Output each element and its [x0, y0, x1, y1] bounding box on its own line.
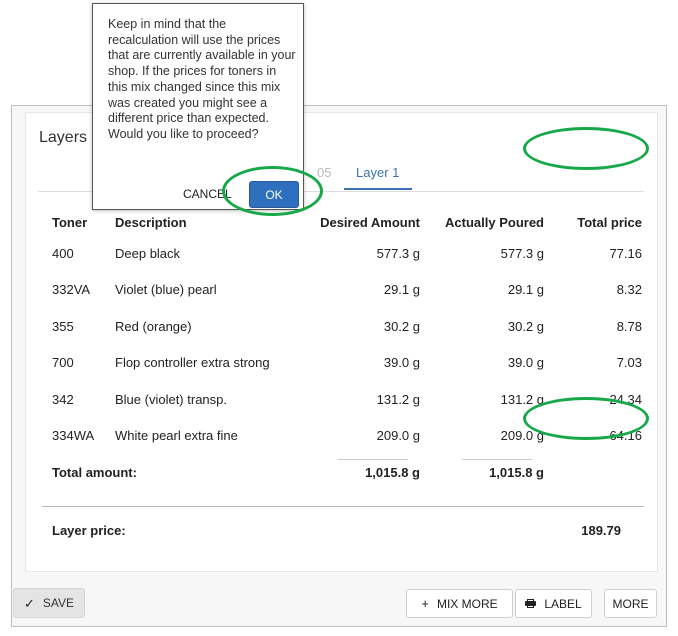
cell-total: 77.16 [609, 245, 642, 261]
cell-description: Red (orange) [115, 318, 192, 334]
cell-description: White pearl extra fine [115, 428, 238, 444]
mix-more-button[interactable]: + MIX MORE [406, 589, 513, 618]
cell-toner: 355 [52, 318, 74, 334]
tab-previous[interactable]: 05 [317, 165, 331, 180]
cell-poured: 39.0 g [507, 355, 544, 371]
cell-description: Violet (blue) pearl [115, 282, 217, 298]
printer-icon [525, 599, 537, 608]
layers-title: Layers [39, 129, 88, 146]
cell-desired: 39.0 g [383, 355, 420, 371]
table-row: 332VA Violet (blue) pearl 29.1 g 29.1 g … [52, 272, 642, 309]
cell-total: 7.03 [616, 355, 642, 371]
cell-toner: 700 [52, 355, 74, 371]
header-total-price: Total price [577, 214, 642, 230]
cell-poured: 30.2 g [507, 318, 544, 334]
table-header-row: Toner Description Desired Amount Actuall… [52, 209, 642, 235]
layer-price-label: Layer price: [52, 523, 126, 538]
cell-description: Blue (violet) transp. [115, 391, 227, 407]
more-button[interactable]: MORE [604, 589, 657, 618]
cell-description: Deep black [115, 245, 181, 261]
price-divider [42, 506, 644, 507]
active-tab-indicator [344, 188, 412, 190]
cell-description: Flop controller extra strong [115, 355, 270, 371]
highlight-ring-ok [222, 166, 323, 216]
mix-more-label: MIX MORE [436, 596, 498, 611]
check-icon: ✓ [23, 595, 35, 611]
table-row: 355 Red (orange) 30.2 g 30.2 g 8.78 [52, 308, 642, 345]
sum-divider [338, 459, 408, 460]
cell-total: 8.78 [616, 318, 642, 334]
total-amount-label: Total amount: [52, 464, 137, 480]
cell-toner: 332VA [52, 282, 91, 298]
more-label: MORE [612, 596, 649, 611]
save-button[interactable]: ✓ SAVE [13, 588, 85, 618]
label-label: LABEL [544, 596, 582, 611]
header-desired-amount: Desired Amount [320, 214, 420, 230]
highlight-ring-layer-price [523, 397, 649, 440]
cell-poured: 577.3 g [500, 245, 544, 261]
toner-table: Toner Description Desired Amount Actuall… [52, 209, 642, 491]
plus-icon: + [421, 596, 429, 611]
cell-desired: 30.2 g [383, 318, 420, 334]
cell-toner: 342 [52, 391, 74, 407]
header-toner: Toner [52, 214, 88, 230]
cell-desired: 577.3 g [376, 245, 420, 261]
cell-total: 8.32 [616, 282, 642, 298]
layer-price-value: 189.79 [581, 523, 621, 538]
sum-divider [462, 459, 532, 460]
cell-poured: 29.1 g [507, 282, 544, 298]
tab-layer-1[interactable]: Layer 1 [356, 165, 399, 180]
cell-desired: 209.0 g [376, 428, 420, 444]
table-row: 400 Deep black 577.3 g 577.3 g 77.16 [52, 235, 642, 272]
cell-desired: 131.2 g [376, 391, 420, 407]
dialog-message: Keep in mind that the recalculation will… [108, 17, 296, 141]
cell-toner: 334WA [52, 428, 95, 444]
table-row: 700 Flop controller extra strong 39.0 g … [52, 345, 642, 382]
highlight-ring-total-price [523, 127, 649, 170]
cell-desired: 29.1 g [383, 282, 420, 298]
save-label: SAVE [42, 596, 75, 610]
cell-toner: 400 [52, 245, 74, 261]
label-button[interactable]: LABEL [515, 589, 592, 618]
header-actually-poured: Actually Poured [445, 214, 544, 230]
